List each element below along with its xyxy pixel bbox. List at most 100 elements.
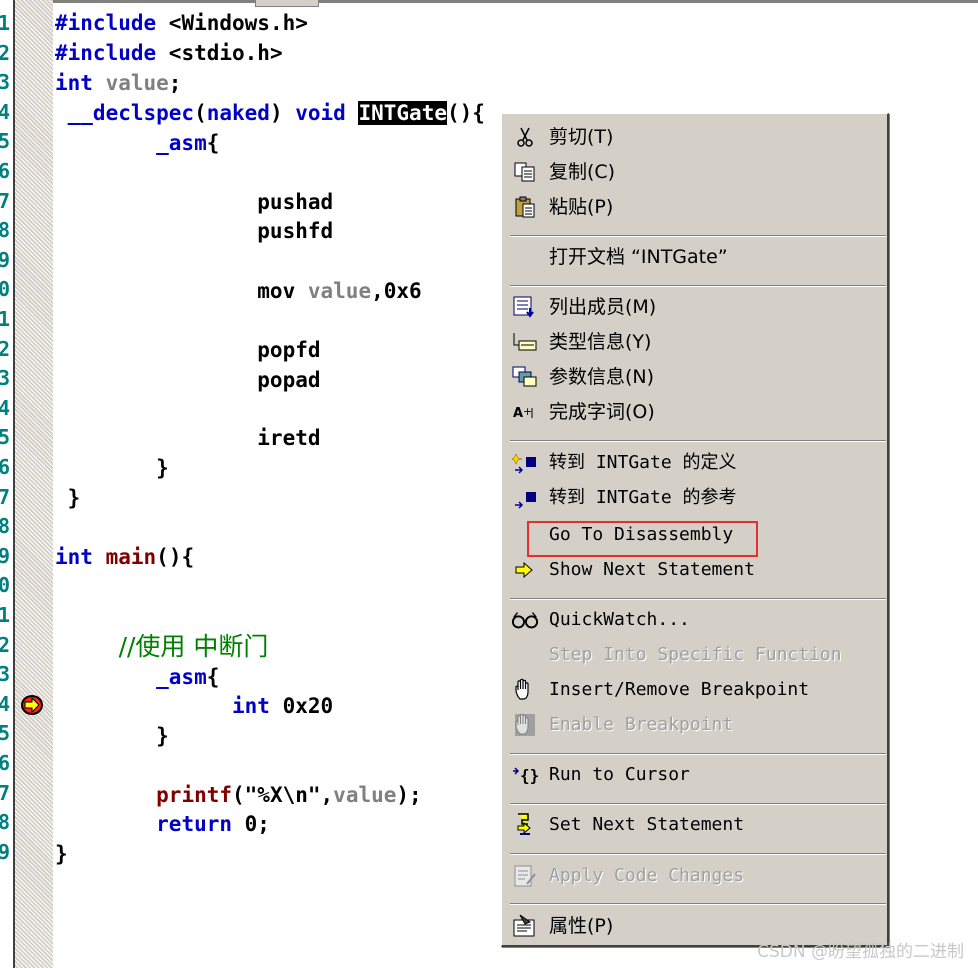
menu-item-list-members[interactable]: 列出成员(M) <box>505 292 887 322</box>
code-text: } <box>55 456 169 480</box>
menu-item-run-to-cursor[interactable]: {} Run to Cursor <box>505 760 887 790</box>
line-number: 4 <box>0 691 11 716</box>
menu-item-label: QuickWatch... <box>549 609 690 630</box>
code-line-13[interactable]: popad <box>55 367 320 393</box>
code-line-22[interactable]: //使用 中断门 <box>55 632 269 661</box>
menu-item-label: Step Into Specific Function <box>549 644 842 665</box>
menu-item-complete-word[interactable]: A + 完成字词(O) <box>505 397 887 427</box>
menu-item-goto-definition[interactable]: 转到 INTGate 的定义 <box>505 448 887 478</box>
code-line-27[interactable]: printf("%X\n",value); <box>55 782 422 808</box>
code-line-12[interactable]: popfd <box>55 337 320 363</box>
line-number: 5 <box>0 721 11 746</box>
line-number: 1 <box>0 11 11 35</box>
code-line-29[interactable]: } <box>55 841 68 867</box>
code-line-2[interactable]: #include <stdio.h> <box>55 40 283 66</box>
menu-item-label: Insert/Remove Breakpoint <box>549 679 810 700</box>
code-text: 0x20 <box>269 694 334 718</box>
editor-top-border <box>14 0 978 3</box>
code-line-1[interactable]: #include <Windows.h> <box>55 10 308 36</box>
code-line-4[interactable]: __declspec(naked) void INTGate(){ <box>55 100 485 126</box>
selected-identifier[interactable]: INTGate <box>358 101 447 125</box>
asm-keyword: _asm <box>55 665 207 689</box>
properties-icon <box>511 914 539 937</box>
code-text: ; <box>168 71 182 95</box>
variable-name: value <box>92 71 169 95</box>
code-line-7[interactable]: pushad <box>55 189 333 215</box>
line-number: 0 <box>0 573 11 598</box>
variable-name: value <box>333 783 397 807</box>
menu-item-param-info[interactable]: 参数信息(N) <box>505 362 887 392</box>
menu-item-label: 类型信息(Y) <box>549 331 652 353</box>
goto-reference-icon <box>511 487 539 509</box>
code-text: } <box>55 486 81 510</box>
glasses-icon <box>511 609 539 631</box>
line-number: 8 <box>0 218 11 243</box>
int-keyword: int <box>232 694 270 718</box>
include-directive: #include <box>55 41 157 65</box>
menu-item-paste[interactable]: 粘贴(P) <box>505 192 887 222</box>
code-line-8[interactable]: pushfd <box>55 218 333 244</box>
code-line-24[interactable]: int 0x20 <box>55 693 333 719</box>
line-number: 4 <box>0 99 11 124</box>
code-line-15[interactable]: iretd <box>55 425 320 451</box>
void-keyword: void <box>295 101 346 125</box>
menu-item-type-info[interactable]: 类型信息(Y) <box>505 327 887 357</box>
line-number: 3 <box>0 70 11 95</box>
menu-item-set-next-statement[interactable]: Set Next Statement <box>505 810 887 840</box>
function-name: main <box>105 545 157 569</box>
editor-tab-stub[interactable] <box>255 0 319 7</box>
line-number: 7 <box>0 780 11 805</box>
code-line-16[interactable]: } <box>55 455 169 481</box>
menu-item-goto-reference[interactable]: 转到 INTGate 的参考 <box>505 483 887 513</box>
menu-item-label: 列出成员(M) <box>549 296 657 318</box>
line-number: 8 <box>0 810 11 835</box>
svg-text:A: A <box>513 406 523 421</box>
line-number: 1 <box>0 307 11 331</box>
menu-item-open-document[interactable]: 打开文档 “INTGate” <box>505 242 887 272</box>
menu-item-label: 打开文档 “INTGate” <box>549 246 728 268</box>
code-line-25[interactable]: } <box>55 723 169 749</box>
svg-text:{}: {} <box>520 766 539 785</box>
type-keyword: int <box>55 71 93 95</box>
breakpoint-gutter[interactable] <box>15 0 53 968</box>
goto-definition-icon <box>511 452 539 474</box>
line-number: 7 <box>0 188 11 213</box>
type-keyword: int <box>55 545 93 569</box>
code-line-3[interactable]: int value; <box>55 70 181 96</box>
line-number: 0 <box>0 277 11 302</box>
current-statement-arrow-icon <box>21 695 43 715</box>
line-number: 5 <box>0 425 11 450</box>
line-number: 3 <box>0 366 11 391</box>
code-line-5[interactable]: _asm{ <box>55 130 219 156</box>
next-statement-arrow-icon <box>511 559 539 581</box>
code-text: ( <box>194 101 207 125</box>
line-number: 3 <box>0 662 11 687</box>
code-text: ) <box>269 101 296 125</box>
hand-icon <box>511 678 539 701</box>
menu-item-show-next-statement[interactable]: Show Next Statement <box>505 555 887 585</box>
line-number-column: 1 2 3 4 5 6 7 8 9 0 1 2 3 4 5 6 7 8 9 0 1 2 3 4 5 6 7 8 9 <box>0 0 12 968</box>
menu-item-enable-breakpoint: Enable Breakpoint <box>505 710 887 740</box>
menu-item-cut[interactable]: 剪切(T) <box>505 122 887 152</box>
menu-item-copy[interactable]: 复制(C) <box>505 157 887 187</box>
code-comment: //使用 中断门 <box>55 632 269 661</box>
type-info-icon <box>511 331 539 353</box>
declspec-keyword: __declspec <box>55 101 195 125</box>
asm-instruction: pushfd <box>55 219 334 243</box>
code-text: 0; <box>232 812 270 836</box>
include-target: <Windows.h> <box>156 11 308 35</box>
line-number: 9 <box>0 839 11 864</box>
menu-item-quickwatch[interactable]: QuickWatch... <box>505 605 887 635</box>
code-line-19[interactable]: int main(){ <box>55 544 194 570</box>
code-line-10[interactable]: mov value,0x6 <box>55 278 421 304</box>
code-line-17[interactable]: } <box>55 485 81 511</box>
code-line-23[interactable]: _asm{ <box>55 664 219 690</box>
menu-item-insert-remove-breakpoint[interactable]: Insert/Remove Breakpoint <box>505 675 887 705</box>
code-line-28[interactable]: return 0; <box>55 811 270 837</box>
variable-name: value <box>307 279 372 303</box>
menu-separator <box>510 598 886 600</box>
code-text: } <box>55 724 169 748</box>
